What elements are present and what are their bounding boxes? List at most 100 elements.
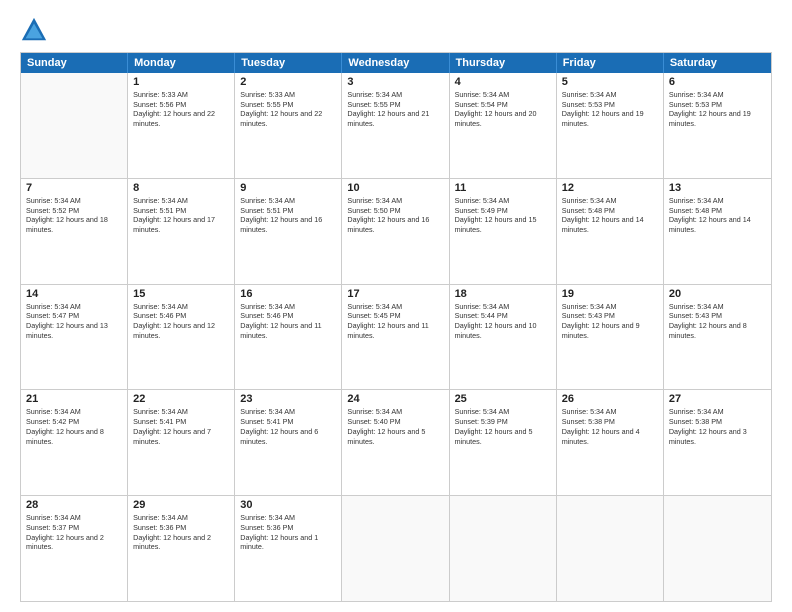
calendar-row-3: 21Sunrise: 5:34 AM Sunset: 5:42 PM Dayli… [21, 389, 771, 495]
day-number: 24 [347, 393, 443, 405]
calendar-cell: 22 Sunrise: 5:34 AM Sunset: 5:41 PM Dayli… [128, 390, 235, 495]
day-number: 25 [455, 393, 551, 405]
calendar-cell: 8 Sunrise: 5:34 AM Sunset: 5:51 PM Daylig… [128, 179, 235, 284]
day-number: 29 [133, 499, 229, 511]
calendar-cell: 28 Sunrise: 5:34 AM Sunset: 5:37 PM Dayli… [21, 496, 128, 601]
cell-info: Sunrise: 5:34 AM Sunset: 5:37 PM Dayligh… [26, 513, 122, 552]
cell-info: Sunrise: 5:34 AM Sunset: 5:49 PM Dayligh… [455, 196, 551, 235]
cell-info: Sunrise: 5:34 AM Sunset: 5:48 PM Dayligh… [669, 196, 766, 235]
day-number: 1 [133, 76, 229, 88]
header-day-tuesday: Tuesday [235, 53, 342, 73]
cell-info: Sunrise: 5:33 AM Sunset: 5:55 PM Dayligh… [240, 90, 336, 129]
calendar-cell: 5 Sunrise: 5:34 AM Sunset: 5:53 PM Daylig… [557, 73, 664, 178]
day-number: 5 [562, 76, 658, 88]
day-number: 6 [669, 76, 766, 88]
cell-info: Sunrise: 5:34 AM Sunset: 5:46 PM Dayligh… [240, 302, 336, 341]
day-number: 27 [669, 393, 766, 405]
page: SundayMondayTuesdayWednesdayThursdayFrid… [0, 0, 792, 612]
calendar-cell: 11Sunrise: 5:34 AM Sunset: 5:49 PM Dayli… [450, 179, 557, 284]
logo-icon [20, 16, 48, 44]
calendar-body: 1 Sunrise: 5:33 AM Sunset: 5:56 PM Daylig… [21, 73, 771, 601]
calendar-cell: 6Sunrise: 5:34 AM Sunset: 5:53 PM Daylig… [664, 73, 771, 178]
calendar-cell [21, 73, 128, 178]
calendar-cell: 7Sunrise: 5:34 AM Sunset: 5:52 PM Daylig… [21, 179, 128, 284]
cell-info: Sunrise: 5:34 AM Sunset: 5:51 PM Dayligh… [240, 196, 336, 235]
day-number: 12 [562, 182, 658, 194]
cell-info: Sunrise: 5:34 AM Sunset: 5:54 PM Dayligh… [455, 90, 551, 129]
calendar-cell: 17 Sunrise: 5:34 AM Sunset: 5:45 PM Dayli… [342, 285, 449, 390]
cell-info: Sunrise: 5:33 AM Sunset: 5:56 PM Dayligh… [133, 90, 229, 129]
calendar-cell: 23 Sunrise: 5:34 AM Sunset: 5:41 PM Dayli… [235, 390, 342, 495]
day-number: 13 [669, 182, 766, 194]
calendar-cell: 9 Sunrise: 5:34 AM Sunset: 5:51 PM Daylig… [235, 179, 342, 284]
calendar-cell: 18 Sunrise: 5:34 AM Sunset: 5:44 PM Dayli… [450, 285, 557, 390]
cell-info: Sunrise: 5:34 AM Sunset: 5:51 PM Dayligh… [133, 196, 229, 235]
day-number: 9 [240, 182, 336, 194]
calendar-header: SundayMondayTuesdayWednesdayThursdayFrid… [21, 53, 771, 73]
calendar-cell: 10 Sunrise: 5:34 AM Sunset: 5:50 PM Dayli… [342, 179, 449, 284]
logo [20, 16, 52, 44]
cell-info: Sunrise: 5:34 AM Sunset: 5:53 PM Dayligh… [562, 90, 658, 129]
day-number: 2 [240, 76, 336, 88]
calendar-cell: 25Sunrise: 5:34 AM Sunset: 5:39 PM Dayli… [450, 390, 557, 495]
day-number: 28 [26, 499, 122, 511]
cell-info: Sunrise: 5:34 AM Sunset: 5:47 PM Dayligh… [26, 302, 122, 341]
cell-info: Sunrise: 5:34 AM Sunset: 5:45 PM Dayligh… [347, 302, 443, 341]
cell-info: Sunrise: 5:34 AM Sunset: 5:43 PM Dayligh… [562, 302, 658, 341]
cell-info: Sunrise: 5:34 AM Sunset: 5:36 PM Dayligh… [240, 513, 336, 552]
cell-info: Sunrise: 5:34 AM Sunset: 5:41 PM Dayligh… [240, 407, 336, 446]
cell-info: Sunrise: 5:34 AM Sunset: 5:38 PM Dayligh… [669, 407, 766, 446]
day-number: 23 [240, 393, 336, 405]
day-number: 18 [455, 288, 551, 300]
day-number: 15 [133, 288, 229, 300]
calendar-row-1: 7Sunrise: 5:34 AM Sunset: 5:52 PM Daylig… [21, 178, 771, 284]
cell-info: Sunrise: 5:34 AM Sunset: 5:50 PM Dayligh… [347, 196, 443, 235]
day-number: 20 [669, 288, 766, 300]
day-number: 4 [455, 76, 551, 88]
calendar-cell: 1 Sunrise: 5:33 AM Sunset: 5:56 PM Daylig… [128, 73, 235, 178]
day-number: 8 [133, 182, 229, 194]
day-number: 3 [347, 76, 443, 88]
cell-info: Sunrise: 5:34 AM Sunset: 5:38 PM Dayligh… [562, 407, 658, 446]
day-number: 19 [562, 288, 658, 300]
cell-info: Sunrise: 5:34 AM Sunset: 5:41 PM Dayligh… [133, 407, 229, 446]
calendar-cell: 20Sunrise: 5:34 AM Sunset: 5:43 PM Dayli… [664, 285, 771, 390]
cell-info: Sunrise: 5:34 AM Sunset: 5:48 PM Dayligh… [562, 196, 658, 235]
calendar-cell: 26Sunrise: 5:34 AM Sunset: 5:38 PM Dayli… [557, 390, 664, 495]
day-number: 22 [133, 393, 229, 405]
calendar-cell: 30 Sunrise: 5:34 AM Sunset: 5:36 PM Dayli… [235, 496, 342, 601]
header-day-friday: Friday [557, 53, 664, 73]
header [20, 16, 772, 44]
calendar-cell: 24 Sunrise: 5:34 AM Sunset: 5:40 PM Dayli… [342, 390, 449, 495]
calendar-row-2: 14 Sunrise: 5:34 AM Sunset: 5:47 PM Dayli… [21, 284, 771, 390]
calendar-cell: 27 Sunrise: 5:34 AM Sunset: 5:38 PM Dayli… [664, 390, 771, 495]
calendar-cell [664, 496, 771, 601]
calendar-cell: 14 Sunrise: 5:34 AM Sunset: 5:47 PM Dayli… [21, 285, 128, 390]
cell-info: Sunrise: 5:34 AM Sunset: 5:55 PM Dayligh… [347, 90, 443, 129]
header-day-wednesday: Wednesday [342, 53, 449, 73]
calendar-cell [557, 496, 664, 601]
calendar-cell: 3 Sunrise: 5:34 AM Sunset: 5:55 PM Daylig… [342, 73, 449, 178]
day-number: 17 [347, 288, 443, 300]
day-number: 14 [26, 288, 122, 300]
calendar-cell: 29Sunrise: 5:34 AM Sunset: 5:36 PM Dayli… [128, 496, 235, 601]
header-day-sunday: Sunday [21, 53, 128, 73]
calendar-row-0: 1 Sunrise: 5:33 AM Sunset: 5:56 PM Daylig… [21, 73, 771, 178]
header-day-monday: Monday [128, 53, 235, 73]
cell-info: Sunrise: 5:34 AM Sunset: 5:52 PM Dayligh… [26, 196, 122, 235]
calendar-cell: 15 Sunrise: 5:34 AM Sunset: 5:46 PM Dayli… [128, 285, 235, 390]
calendar-cell: 13 Sunrise: 5:34 AM Sunset: 5:48 PM Dayli… [664, 179, 771, 284]
cell-info: Sunrise: 5:34 AM Sunset: 5:44 PM Dayligh… [455, 302, 551, 341]
cell-info: Sunrise: 5:34 AM Sunset: 5:40 PM Dayligh… [347, 407, 443, 446]
day-number: 30 [240, 499, 336, 511]
calendar-cell: 19 Sunrise: 5:34 AM Sunset: 5:43 PM Dayli… [557, 285, 664, 390]
day-number: 16 [240, 288, 336, 300]
day-number: 21 [26, 393, 122, 405]
calendar: SundayMondayTuesdayWednesdayThursdayFrid… [20, 52, 772, 602]
calendar-cell: 12 Sunrise: 5:34 AM Sunset: 5:48 PM Dayli… [557, 179, 664, 284]
calendar-cell [450, 496, 557, 601]
day-number: 10 [347, 182, 443, 194]
calendar-cell [342, 496, 449, 601]
cell-info: Sunrise: 5:34 AM Sunset: 5:46 PM Dayligh… [133, 302, 229, 341]
calendar-cell: 16 Sunrise: 5:34 AM Sunset: 5:46 PM Dayli… [235, 285, 342, 390]
